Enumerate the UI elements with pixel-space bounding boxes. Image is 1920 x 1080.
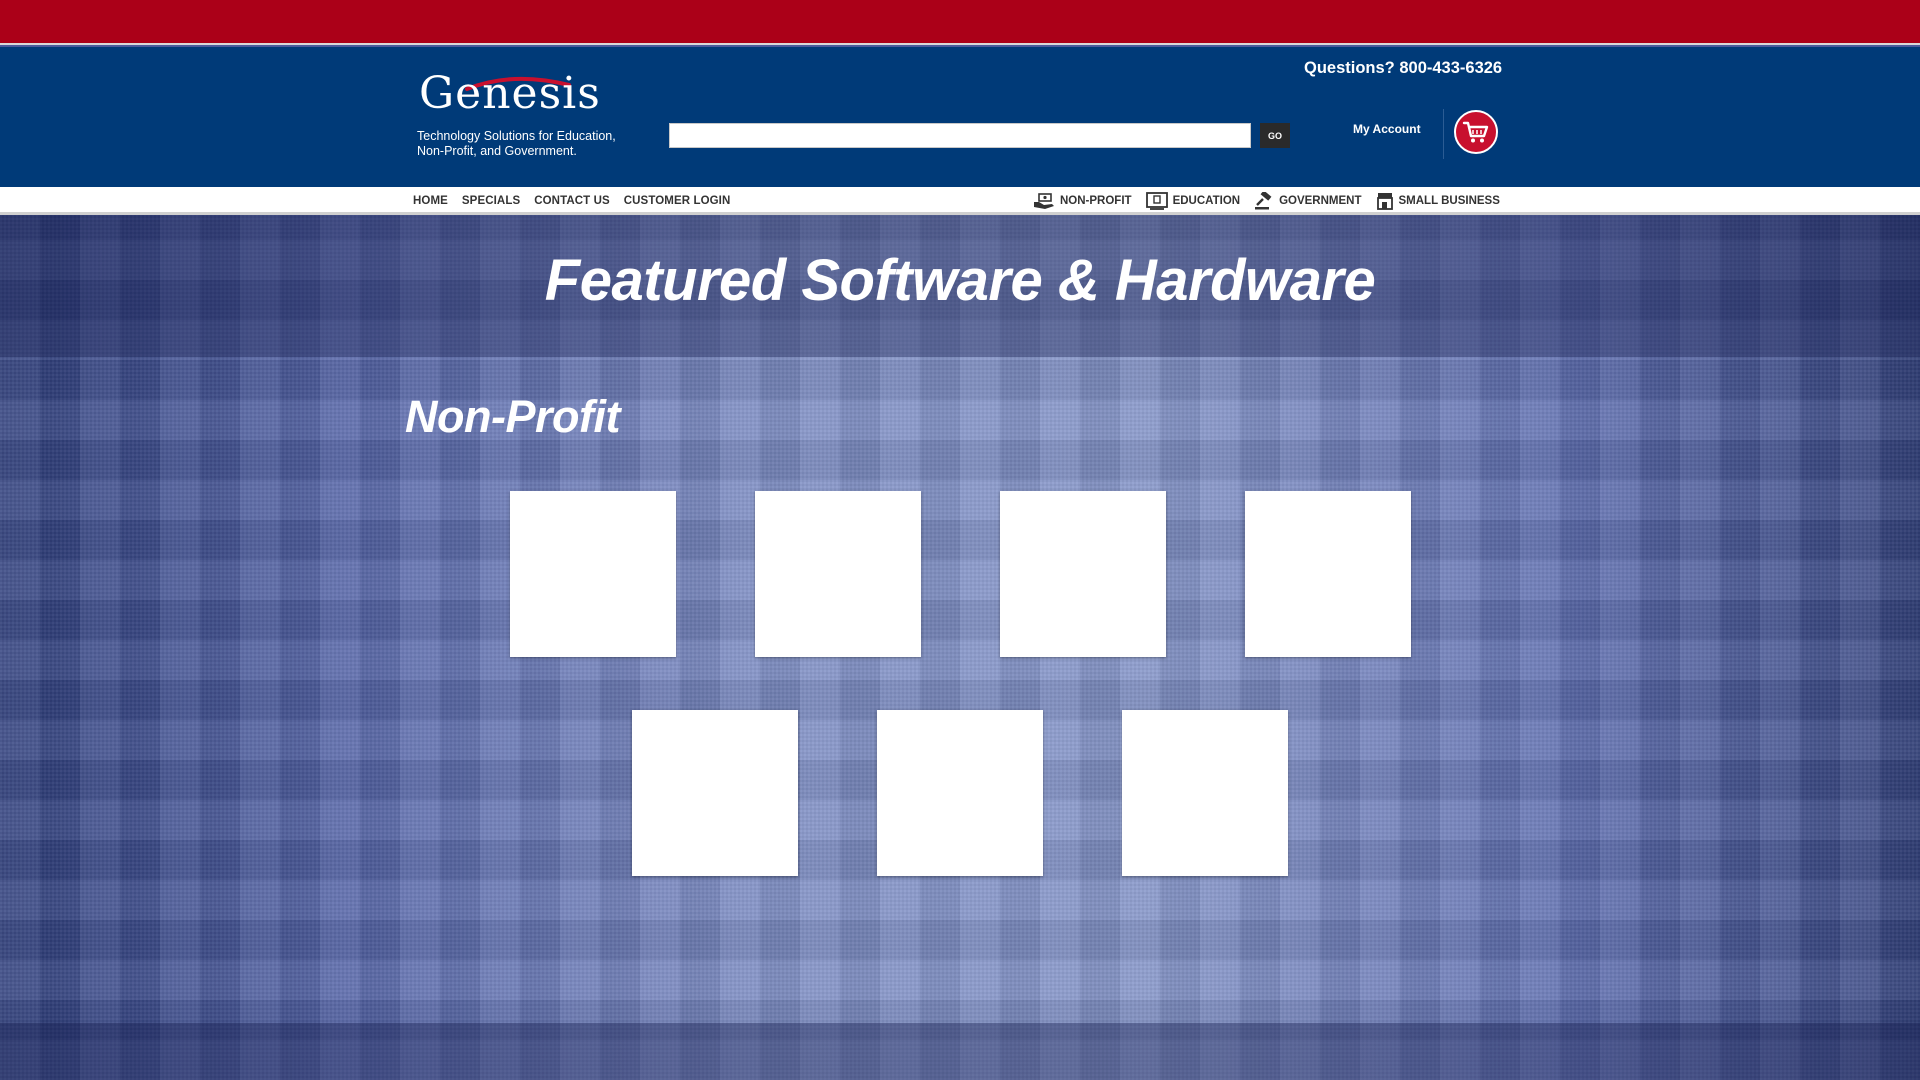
product-tile[interactable] <box>877 710 1043 876</box>
genesis-logo[interactable]: Genesis Technology Solutions for Educati… <box>417 67 617 167</box>
product-tile[interactable] <box>755 491 921 657</box>
logo-tagline: Technology Solutions for Education, Non-… <box>417 129 647 159</box>
gavel-icon <box>1255 192 1272 210</box>
nav-education[interactable]: EDUCATION <box>1145 192 1241 210</box>
featured-section: Featured Software & Hardware Non-Profit <box>0 215 1920 1080</box>
chalkboard-icon <box>1145 192 1168 210</box>
product-tile[interactable] <box>510 491 676 657</box>
non-profit-heading: Non-Profit <box>405 391 620 442</box>
go-button[interactable]: GO <box>1260 123 1290 148</box>
nav-customer-login[interactable]: CUSTOMER LOGIN <box>624 195 731 207</box>
nav-small-business[interactable]: SMALL BUSINESS <box>1376 192 1500 210</box>
cart-button[interactable] <box>1454 110 1498 154</box>
phone-questions: Questions? 800-433-6326 <box>1304 59 1503 77</box>
product-tile[interactable] <box>632 710 798 876</box>
nav-contact-us[interactable]: CONTACT US <box>534 195 610 207</box>
header-divider <box>1443 109 1444 159</box>
bottom-band <box>0 1023 1920 1080</box>
product-tile[interactable] <box>1245 491 1411 657</box>
nav-non-profit[interactable]: NON-PROFIT <box>1033 192 1132 210</box>
product-tile[interactable] <box>1122 710 1288 876</box>
nav-government[interactable]: GOVERNMENT <box>1254 192 1362 210</box>
shopping-cart-icon <box>1462 121 1489 143</box>
nav-education-label: EDUCATION <box>1172 195 1241 207</box>
tagline-line-2: Non-Profit, and Government. <box>417 144 577 158</box>
hand-money-icon <box>1034 193 1054 209</box>
nav-specials[interactable]: SPECIALS <box>462 195 520 207</box>
tagline-line-1: Technology Solutions for Education, <box>417 129 616 143</box>
nav-non-profit-label: NON-PROFIT <box>1060 195 1132 207</box>
nav-small-business-label: SMALL BUSINESS <box>1398 195 1500 207</box>
nav-left-links: HOME SPECIALS CONTACT US CUSTOMER LOGIN <box>413 187 744 215</box>
logo-wordmark: Genesis <box>419 68 601 119</box>
storefront-icon <box>1376 193 1393 210</box>
search-input[interactable] <box>669 123 1251 148</box>
product-tile[interactable] <box>1000 491 1166 657</box>
nav-home[interactable]: HOME <box>413 195 448 207</box>
featured-title: Featured Software & Hardware <box>544 248 1376 313</box>
main-nav: HOME SPECIALS CONTACT US CUSTOMER LOGIN … <box>0 187 1920 215</box>
my-account-link[interactable]: My Account <box>1353 122 1421 136</box>
nav-government-label: GOVERNMENT <box>1279 195 1362 207</box>
nav-market-links: NON-PROFIT EDUCATION GOVERNMENT SMALL BU… <box>1033 187 1514 215</box>
site-header: Genesis Technology Solutions for Educati… <box>0 47 1920 187</box>
top-red-band <box>0 0 1920 45</box>
